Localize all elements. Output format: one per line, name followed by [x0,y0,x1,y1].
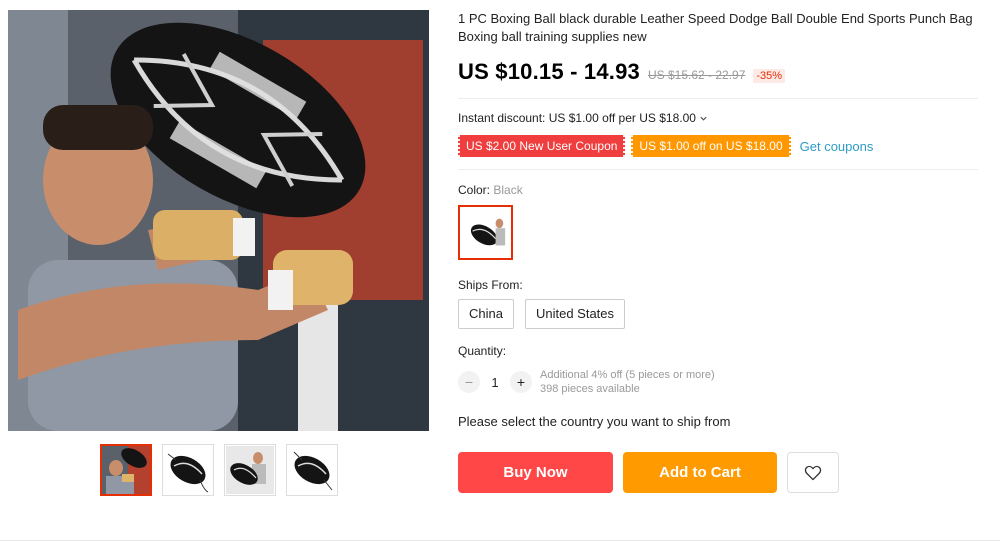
buy-now-button[interactable]: Buy Now [458,452,613,493]
thumbnail-strip [100,444,338,496]
product-title: 1 PC Boxing Ball black durable Leather S… [458,11,973,44]
get-coupons-link[interactable]: Get coupons [800,139,874,154]
quantity-label: Quantity: [458,344,507,358]
thumbnail-3[interactable] [224,444,276,496]
price-row: US $10.15 - 14.93 US $15.62 - 22.97 -35% [458,59,978,85]
wishlist-button[interactable] [787,452,839,493]
ships-from-label: Ships From: [458,278,523,292]
quantity-stepper: − 1 + Additional 4% off (5 pieces or mor… [458,368,978,396]
quantity-increase-button[interactable]: + [510,371,532,393]
ships-from-options: China United States [458,299,978,329]
coupon-new-user[interactable]: US $2.00 New User Coupon [458,135,626,157]
ship-country-message: Please select the country you want to sh… [458,414,731,429]
stock-available: 398 pieces available [540,383,640,395]
coupon-row: US $2.00 New User Coupon US $1.00 off on… [458,135,978,157]
product-price: US $10.15 - 14.93 [458,59,640,84]
main-product-image[interactable] [8,10,429,431]
divider [458,98,978,99]
product-info: 1 PC Boxing Ball black durable Leather S… [458,10,978,429]
heart-icon [804,465,822,480]
chevron-down-icon [700,116,707,121]
quantity-note: Additional 4% off (5 pieces or more) 398… [540,368,715,396]
color-swatch-black[interactable] [458,205,513,260]
thumbnail-1[interactable] [100,444,152,496]
discount-badge: -35% [753,69,786,83]
bulk-discount-note: Additional 4% off (5 pieces or more) [540,369,715,381]
bottom-divider [0,540,1000,541]
color-label: Color: Black [458,183,978,197]
instant-discount-text: Instant discount: US $1.00 off per US $1… [458,111,696,125]
color-selected-value: Black [493,183,523,197]
quantity-decrease-button[interactable]: − [458,371,480,393]
ship-option-united-states[interactable]: United States [524,299,626,329]
quantity-value[interactable]: 1 [480,375,510,390]
instant-discount[interactable]: Instant discount: US $1.00 off per US $1… [458,111,978,125]
thumbnail-4[interactable] [286,444,338,496]
add-to-cart-button[interactable]: Add to Cart [623,452,777,493]
thumbnail-2[interactable] [162,444,214,496]
divider [458,169,978,170]
color-label-text: Color: [458,183,491,197]
action-buttons: Buy Now Add to Cart [458,452,839,493]
coupon-store-discount[interactable]: US $1.00 off on US $18.00 [631,135,791,157]
original-price: US $15.62 - 22.97 [647,68,746,82]
ship-option-china[interactable]: China [458,299,514,329]
